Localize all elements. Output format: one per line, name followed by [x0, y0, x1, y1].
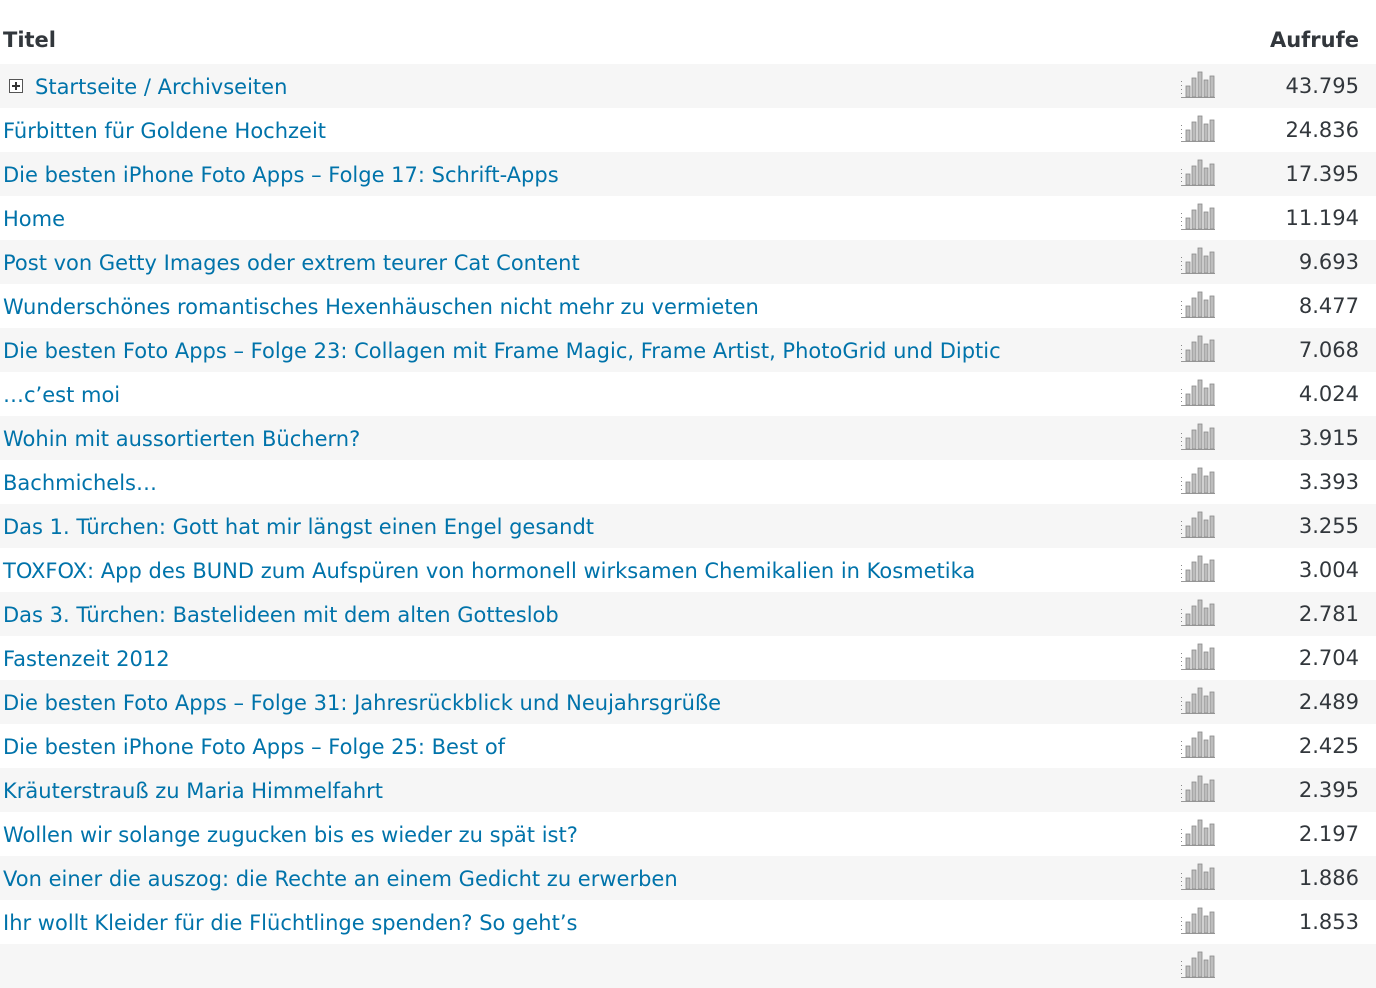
view-count: 7.068 — [1298, 338, 1359, 362]
table-row — [0, 944, 1376, 988]
table-row: Startseite / Archivseiten 43.795 — [0, 64, 1376, 108]
view-count: 3.004 — [1298, 558, 1359, 582]
view-count: 43.795 — [1285, 74, 1359, 98]
bar-chart-icon[interactable] — [1180, 552, 1216, 584]
post-title-link[interactable]: …c’est moi — [3, 372, 120, 416]
post-title-link[interactable]: Wohin mit aussortierten Büchern? — [3, 416, 360, 460]
view-count: 11.194 — [1285, 206, 1359, 230]
post-title-link[interactable]: Home — [3, 196, 65, 240]
table-row: …c’est moi 4.024 — [0, 372, 1376, 416]
post-title-link[interactable]: Wollen wir solange zugucken bis es wiede… — [3, 812, 578, 856]
post-title-link[interactable]: Das 3. Türchen: Bastelideen mit dem alte… — [3, 592, 559, 636]
post-title-link[interactable]: Post von Getty Images oder extrem teurer… — [3, 240, 580, 284]
table-row: Post von Getty Images oder extrem teurer… — [0, 240, 1376, 284]
bar-chart-icon[interactable] — [1180, 332, 1216, 364]
post-title-link[interactable]: Die besten Foto Apps – Folge 31: Jahresr… — [3, 680, 721, 724]
table-row: Von einer die auszog: die Rechte an eine… — [0, 856, 1376, 900]
bar-chart-icon[interactable] — [1180, 508, 1216, 540]
table-row: Fürbitten für Goldene Hochzeit 24.836 — [0, 108, 1376, 152]
bar-chart-icon[interactable] — [1180, 596, 1216, 628]
post-title-link[interactable]: Das 1. Türchen: Gott hat mir längst eine… — [3, 504, 594, 548]
table-row: Ihr wollt Kleider für die Flüchtlinge sp… — [0, 900, 1376, 944]
table-row: Wohin mit aussortierten Büchern? 3.915 — [0, 416, 1376, 460]
view-count: 9.693 — [1298, 250, 1359, 274]
column-header-title: Titel — [3, 28, 57, 52]
view-count: 17.395 — [1285, 162, 1359, 186]
bar-chart-icon[interactable] — [1180, 772, 1216, 804]
table-row: Das 3. Türchen: Bastelideen mit dem alte… — [0, 592, 1376, 636]
table-row: Fastenzeit 2012 2.704 — [0, 636, 1376, 680]
table-row: Die besten iPhone Foto Apps – Folge 25: … — [0, 724, 1376, 768]
bar-chart-icon[interactable] — [1180, 728, 1216, 760]
post-title-link[interactable]: Fastenzeit 2012 — [3, 636, 170, 680]
bar-chart-icon[interactable] — [1180, 156, 1216, 188]
bar-chart-icon[interactable] — [1180, 288, 1216, 320]
bar-chart-icon[interactable] — [1180, 112, 1216, 144]
bar-chart-icon[interactable] — [1180, 464, 1216, 496]
post-title-link[interactable]: Die besten iPhone Foto Apps – Folge 25: … — [3, 724, 505, 768]
table-row: Bachmichels… 3.393 — [0, 460, 1376, 504]
view-count: 2.489 — [1298, 690, 1359, 714]
post-title-link[interactable]: Die besten iPhone Foto Apps – Folge 17: … — [3, 152, 559, 196]
post-title-link[interactable]: TOXFOX: App des BUND zum Aufspüren von h… — [3, 548, 975, 592]
view-count: 2.197 — [1298, 822, 1359, 846]
view-count: 3.915 — [1298, 426, 1359, 450]
view-count: 3.255 — [1298, 514, 1359, 538]
post-title-link[interactable]: Kräuterstrauß zu Maria Himmelfahrt — [3, 768, 383, 812]
bar-chart-icon[interactable] — [1180, 816, 1216, 848]
table-row: Die besten Foto Apps – Folge 23: Collage… — [0, 328, 1376, 372]
view-count: 24.836 — [1285, 118, 1359, 142]
view-count: 2.425 — [1298, 734, 1359, 758]
table-row: Home 11.194 — [0, 196, 1376, 240]
bar-chart-icon[interactable] — [1180, 68, 1216, 100]
post-title-link[interactable]: Bachmichels… — [3, 460, 157, 504]
expand-toggle-icon[interactable] — [9, 79, 23, 93]
table-row: Kräuterstrauß zu Maria Himmelfahrt 2.395 — [0, 768, 1376, 812]
bar-chart-icon[interactable] — [1180, 860, 1216, 892]
bar-chart-icon[interactable] — [1180, 684, 1216, 716]
view-count: 1.853 — [1298, 910, 1359, 934]
view-count: 2.395 — [1298, 778, 1359, 802]
view-count: 2.704 — [1298, 646, 1359, 670]
column-header-views: Aufrufe — [1269, 28, 1359, 52]
bar-chart-icon[interactable] — [1180, 640, 1216, 672]
bar-chart-icon[interactable] — [1180, 948, 1216, 980]
view-count: 8.477 — [1298, 294, 1359, 318]
view-count: 1.886 — [1298, 866, 1359, 890]
bar-chart-icon[interactable] — [1180, 904, 1216, 936]
bar-chart-icon[interactable] — [1180, 200, 1216, 232]
view-count: 4.024 — [1298, 382, 1359, 406]
table-row: Wunderschönes romantisches Hexenhäuschen… — [0, 284, 1376, 328]
post-title-link[interactable]: Ihr wollt Kleider für die Flüchtlinge sp… — [3, 900, 577, 944]
table-row: TOXFOX: App des BUND zum Aufspüren von h… — [0, 548, 1376, 592]
post-title-link[interactable]: Wunderschönes romantisches Hexenhäuschen… — [3, 284, 759, 328]
table-row: Das 1. Türchen: Gott hat mir längst eine… — [0, 504, 1376, 548]
bar-chart-icon[interactable] — [1180, 376, 1216, 408]
table-header: Titel Aufrufe — [0, 0, 1376, 64]
bar-chart-icon[interactable] — [1180, 244, 1216, 276]
post-title-link[interactable]: Die besten Foto Apps – Folge 23: Collage… — [3, 328, 1001, 372]
post-title-link[interactable]: Startseite / Archivseiten — [35, 64, 287, 108]
post-title-link[interactable]: Von einer die auszog: die Rechte an eine… — [3, 856, 678, 900]
table-row: Die besten Foto Apps – Folge 31: Jahresr… — [0, 680, 1376, 724]
view-count: 2.781 — [1298, 602, 1359, 626]
post-title-link[interactable]: Fürbitten für Goldene Hochzeit — [3, 108, 326, 152]
bar-chart-icon[interactable] — [1180, 420, 1216, 452]
view-count: 3.393 — [1298, 470, 1359, 494]
post-stats-table: Titel Aufrufe Startseite / Archivseiten 4… — [0, 0, 1376, 988]
table-row: Wollen wir solange zugucken bis es wiede… — [0, 812, 1376, 856]
table-body: Startseite / Archivseiten 43.795 Fürbitten… — [0, 64, 1376, 988]
table-row: Die besten iPhone Foto Apps – Folge 17: … — [0, 152, 1376, 196]
